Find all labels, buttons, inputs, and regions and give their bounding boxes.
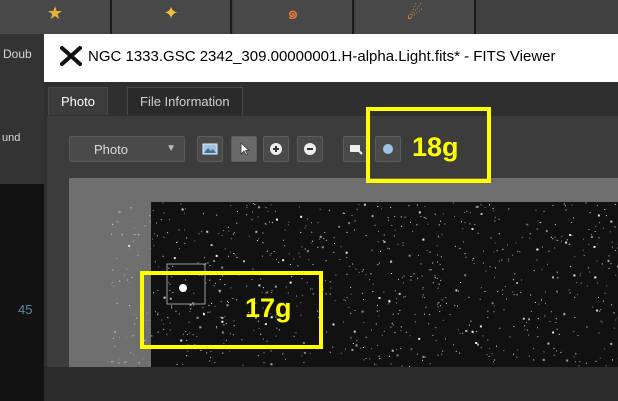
image-icon xyxy=(202,141,218,157)
chevron-down-icon: ▼ xyxy=(166,143,176,154)
image-tool-button[interactable] xyxy=(197,136,223,162)
left-dark-area: 45 xyxy=(0,184,44,401)
background-left-panel: Doub und 45 xyxy=(0,34,44,367)
view-mode-dropdown[interactable]: Photo ▼ xyxy=(69,136,185,162)
tab-photo[interactable]: Photo xyxy=(48,87,108,115)
tab-bar: Photo File Information xyxy=(44,84,618,116)
annotation-label-17g: 17g xyxy=(245,293,292,324)
galaxy-button[interactable]: ๑ xyxy=(234,0,354,34)
star-tool-icon: ★ xyxy=(47,4,63,22)
pointer-tool-button[interactable] xyxy=(231,136,257,162)
spiral-galaxy-icon: ๑ xyxy=(287,4,298,22)
photo-tab-content: Photo ▼ xyxy=(47,116,618,367)
fit-icon xyxy=(348,141,364,157)
annotation-label-18g: 18g xyxy=(412,132,459,163)
left-label-und: und xyxy=(2,132,20,144)
zoom-out-button[interactable] xyxy=(297,136,323,162)
sparkle-icon: ✦ xyxy=(163,4,178,22)
fits-viewer-window: NGC 1333.GSC 2342_309.00000001.H-alpha.L… xyxy=(44,34,618,367)
left-label-doub: Doub xyxy=(3,47,32,61)
window-title: NGC 1333.GSC 2342_309.00000001.H-alpha.L… xyxy=(88,48,556,65)
sparkle-button[interactable]: ✦ xyxy=(112,0,232,34)
star-tool-button[interactable]: ★ xyxy=(0,0,112,34)
comet-button[interactable]: ☄ xyxy=(356,0,476,34)
window-titlebar[interactable]: NGC 1333.GSC 2342_309.00000001.H-alpha.L… xyxy=(44,34,618,82)
background-toolbar: ★ ✦ ๑ ☄ xyxy=(0,0,618,35)
view-mode-value: Photo xyxy=(94,142,128,157)
comet-icon: ☄ xyxy=(407,4,423,22)
app-logo-icon xyxy=(60,44,82,68)
annotation-box-17g xyxy=(140,271,323,349)
zoom-in-icon xyxy=(268,141,284,157)
zoom-out-icon xyxy=(302,141,318,157)
tab-file-information[interactable]: File Information xyxy=(127,87,243,115)
pointer-icon xyxy=(236,141,252,157)
zoom-in-button[interactable] xyxy=(263,136,289,162)
left-label-45: 45 xyxy=(18,302,32,317)
